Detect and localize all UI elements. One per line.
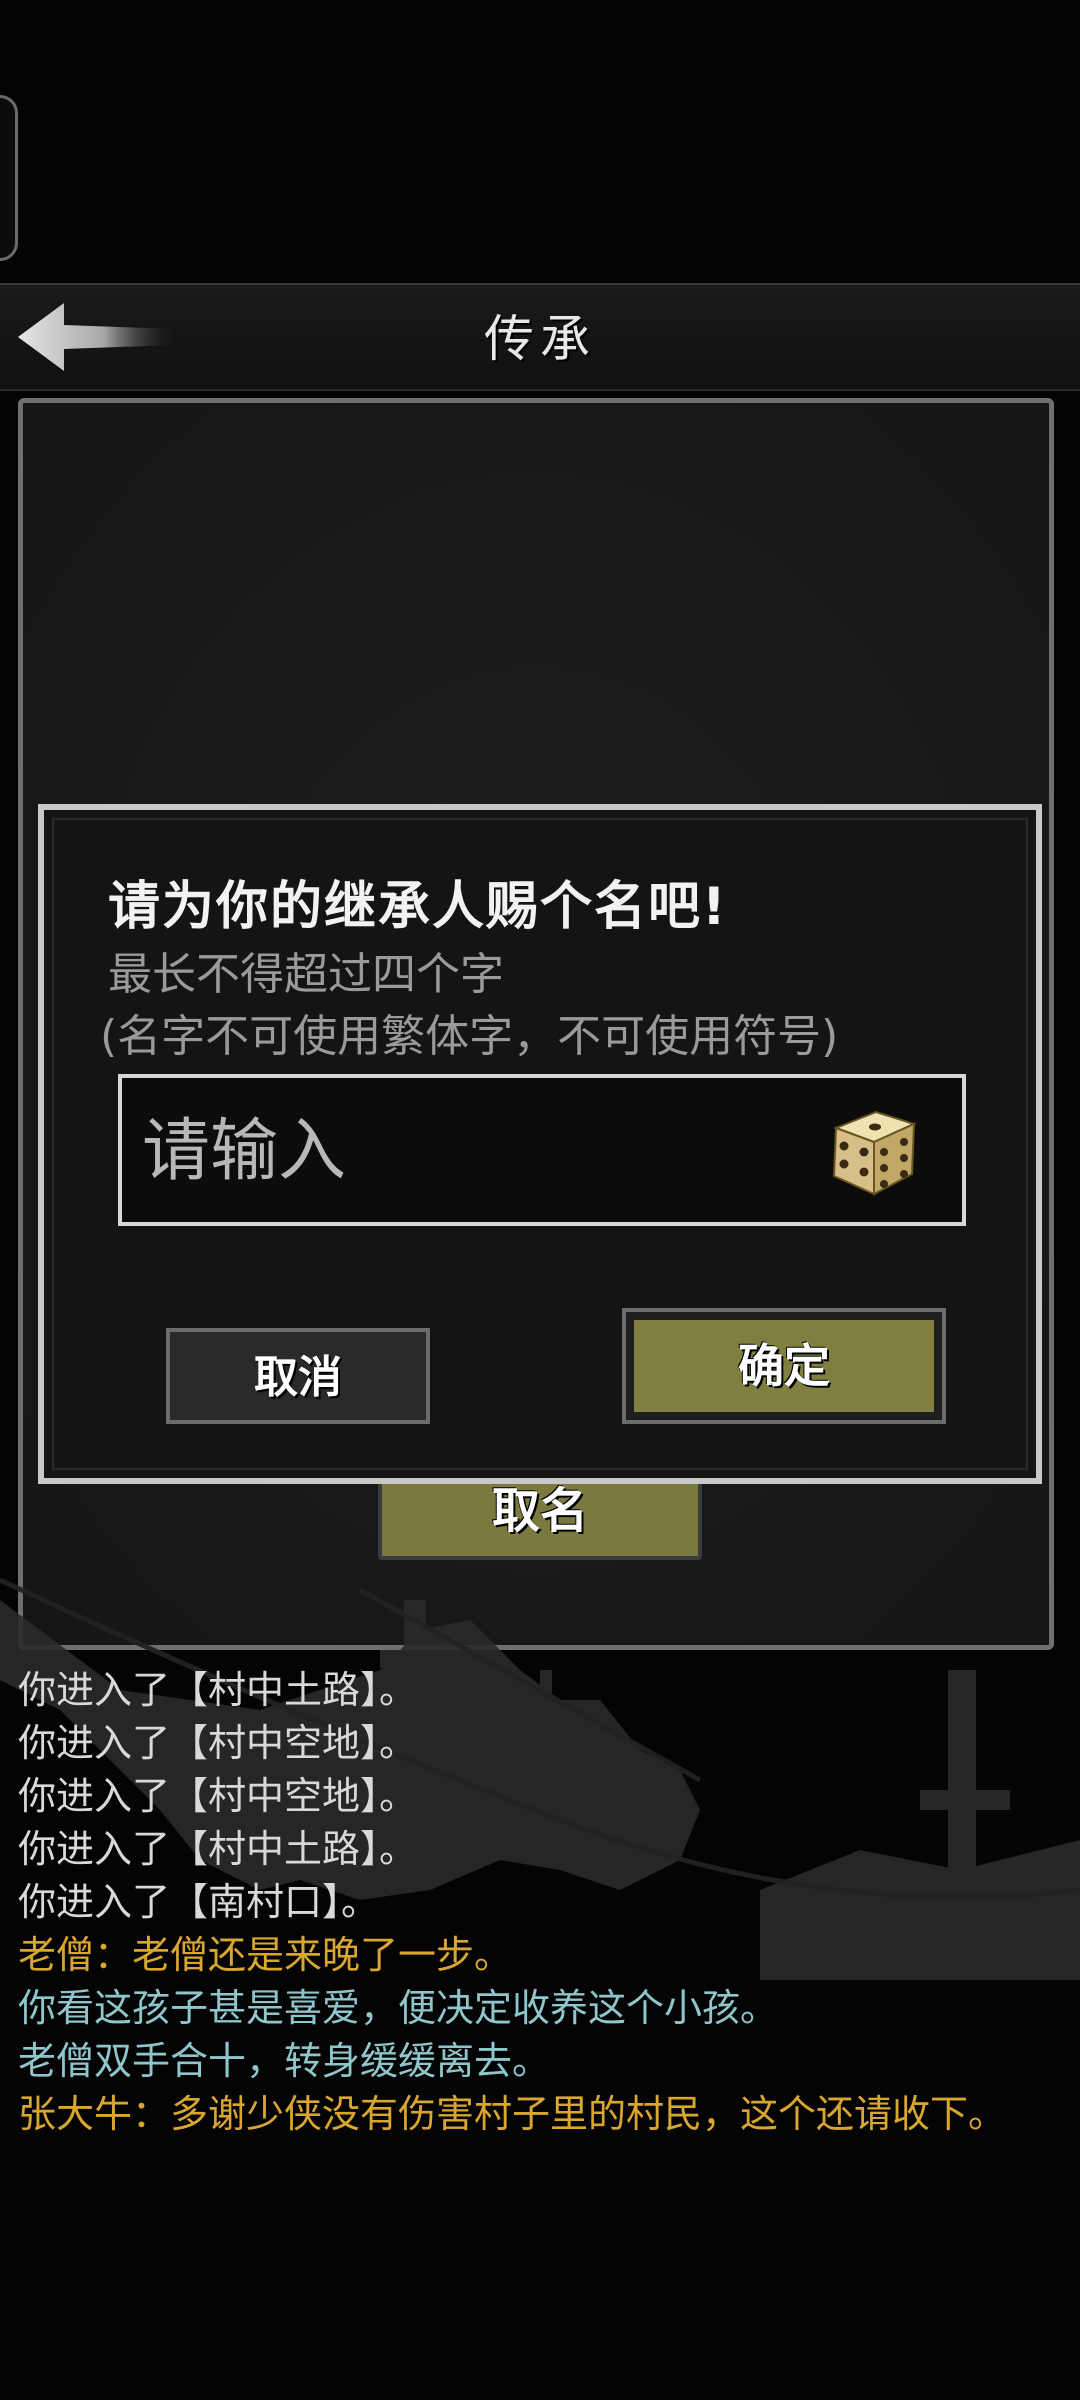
log-line: 张大牛：多谢少侠没有伤害村子里的村民，这个还请收下。 — [18, 2092, 1007, 2136]
top-bar: 传承 — [0, 283, 1080, 391]
name-dialog: 请为你的继承人赐个名吧! 最长不得超过四个字 (名字不可使用繁体字，不可使用符号… — [38, 804, 1042, 1484]
log-line: 你看这孩子甚是喜爱，便决定收养这个小孩。 — [18, 1986, 779, 2030]
name-input[interactable] — [140, 1092, 764, 1210]
game-screen: 传承 取名 请为你的继承人赐个名吧! 最长不得超过四个字 (名字不可使用繁体字，… — [0, 0, 1080, 2400]
name-input-box — [118, 1074, 966, 1226]
cancel-button[interactable]: 取消 — [166, 1328, 430, 1424]
log-line: 你进入了【村中土路】。 — [18, 1827, 418, 1871]
dialog-rule: (名字不可使用繁体字，不可使用符号) — [100, 1011, 839, 1062]
dialog-hint: 最长不得超过四个字 — [108, 949, 504, 1000]
dice-icon[interactable] — [828, 1102, 918, 1198]
confirm-button[interactable]: 确定 — [622, 1308, 946, 1424]
log-line: 你进入了【村中土路】。 — [18, 1668, 418, 1712]
side-tab[interactable] — [0, 95, 18, 261]
page-title: 传承 — [484, 310, 596, 368]
log-line: 你进入了【村中空地】。 — [18, 1721, 418, 1765]
log-line: 你进入了【南村口】。 — [18, 1880, 380, 1924]
confirm-button-label: 确定 — [634, 1320, 934, 1412]
log-line: 你进入了【村中空地】。 — [18, 1774, 418, 1818]
dialog-title: 请为你的继承人赐个名吧! — [108, 877, 728, 937]
log-line: 老僧双手合十，转身缓缓离去。 — [18, 2039, 551, 2083]
log-line: 老僧：老僧还是来晚了一步。 — [18, 1933, 513, 1977]
message-log: 你进入了【村中土路】。 你进入了【村中空地】。 你进入了【村中空地】。 你进入了… — [18, 1664, 1068, 2141]
